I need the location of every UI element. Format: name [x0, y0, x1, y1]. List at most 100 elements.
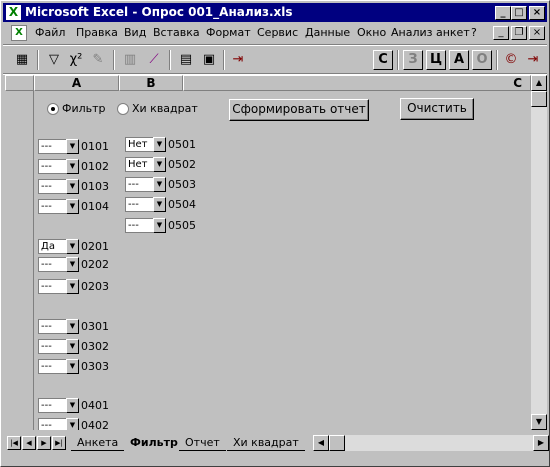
scroll-thumb[interactable]: [531, 91, 547, 107]
dropdown-value[interactable]: ---: [38, 279, 66, 294]
menu-edit[interactable]: Правка: [76, 26, 118, 39]
dropdown-arrow-icon[interactable]: ▼: [66, 339, 79, 354]
radio-filter[interactable]: Фильтр: [47, 102, 106, 115]
first-sheet-icon[interactable]: |◀: [7, 436, 21, 450]
dropdown-value[interactable]: ---: [125, 197, 153, 212]
select-all-corner[interactable]: [5, 75, 34, 91]
dropdown-value[interactable]: ---: [38, 339, 66, 354]
excel-icon[interactable]: X: [6, 5, 21, 20]
menu-format[interactable]: Формат: [206, 26, 251, 39]
scroll-up-icon[interactable]: ▲: [531, 75, 547, 91]
dropdown-0401[interactable]: --- ▼ 0401: [38, 398, 109, 413]
dropdown-0503[interactable]: --- ▼ 0503: [125, 177, 196, 192]
dropdown-value[interactable]: ---: [125, 218, 153, 233]
dropdown-arrow-icon[interactable]: ▼: [66, 319, 79, 334]
dropdown-value[interactable]: ---: [38, 359, 66, 374]
dropdown-arrow-icon[interactable]: ▼: [66, 398, 79, 413]
dropdown-0104[interactable]: --- ▼ 0104: [38, 199, 109, 214]
menu-survey-analysis[interactable]: Анализ анкет: [391, 26, 470, 39]
dropdown-0201[interactable]: Да ▼ 0201: [38, 239, 109, 254]
radio-chi-dot[interactable]: [117, 102, 129, 115]
save-icon[interactable]: ▣: [198, 50, 220, 70]
scroll-left-icon[interactable]: ◀: [313, 435, 329, 451]
column-header-b[interactable]: B: [119, 75, 183, 91]
maximize-button[interactable]: □: [511, 6, 527, 20]
column-header-c[interactable]: C: [183, 75, 531, 91]
doc-restore-button[interactable]: ❐: [511, 26, 527, 40]
sheet-tab-anketa[interactable]: Анкета: [71, 435, 125, 451]
dropdown-arrow-icon[interactable]: ▼: [153, 137, 166, 152]
menu-help[interactable]: ?: [471, 26, 477, 39]
dropdown-value[interactable]: ---: [38, 159, 66, 174]
doc-close-button[interactable]: ×: [529, 26, 545, 40]
menu-data[interactable]: Данные: [305, 26, 350, 39]
radio-filter-dot[interactable]: [47, 102, 59, 115]
text-button-a[interactable]: А: [449, 50, 469, 70]
dropdown-arrow-icon[interactable]: ▼: [66, 199, 79, 214]
menu-insert[interactable]: Вставка: [153, 26, 200, 39]
text-button-z[interactable]: З: [403, 50, 423, 70]
line-chart-icon[interactable]: ⟋: [143, 50, 165, 70]
hscroll-thumb[interactable]: [329, 435, 345, 451]
dropdown-value[interactable]: ---: [125, 177, 153, 192]
dropdown-arrow-icon[interactable]: ▼: [153, 177, 166, 192]
form-icon[interactable]: ▤: [175, 50, 197, 70]
close-button[interactable]: ×: [529, 6, 545, 20]
dropdown-0505[interactable]: --- ▼ 0505: [125, 218, 196, 233]
text-button-ts[interactable]: Ц: [426, 50, 446, 70]
exit-icon[interactable]: ⇥: [227, 50, 249, 70]
dropdown-arrow-icon[interactable]: ▼: [66, 257, 79, 272]
menu-window[interactable]: Окно: [357, 26, 386, 39]
dropdown-arrow-icon[interactable]: ▼: [66, 139, 79, 154]
cell-grid[interactable]: Фильтр Хи квадрат Сформировать отчет Очи…: [34, 91, 531, 433]
doc-minimize-button[interactable]: _: [493, 26, 509, 40]
dropdown-arrow-icon[interactable]: ▼: [66, 279, 79, 294]
scroll-down-icon[interactable]: ▼: [531, 414, 547, 430]
dropdown-0303[interactable]: --- ▼ 0303: [38, 359, 109, 374]
dropdown-0101[interactable]: --- ▼ 0101: [38, 139, 109, 154]
column-header-a[interactable]: A: [34, 75, 119, 91]
dropdown-arrow-icon[interactable]: ▼: [153, 157, 166, 172]
dropdown-arrow-icon[interactable]: ▼: [66, 179, 79, 194]
dropdown-0202[interactable]: --- ▼ 0202: [38, 257, 109, 272]
horizontal-scrollbar[interactable]: ◀ ▶: [313, 435, 549, 451]
dropdown-arrow-icon[interactable]: ▼: [153, 197, 166, 212]
quit-icon[interactable]: ⇥: [522, 50, 544, 70]
dropdown-value[interactable]: Нет: [125, 157, 153, 172]
dropdown-0302[interactable]: --- ▼ 0302: [38, 339, 109, 354]
scroll-right-icon[interactable]: ▶: [533, 435, 549, 451]
dropdown-0103[interactable]: --- ▼ 0103: [38, 179, 109, 194]
dropdown-arrow-icon[interactable]: ▼: [66, 359, 79, 374]
menu-view[interactable]: Вид: [124, 26, 146, 39]
radio-chi-square[interactable]: Хи квадрат: [117, 102, 198, 115]
dropdown-value[interactable]: ---: [38, 319, 66, 334]
menu-tools[interactable]: Сервис: [257, 26, 298, 39]
next-sheet-icon[interactable]: ▶: [37, 436, 51, 450]
dropdown-value[interactable]: ---: [38, 139, 66, 154]
minimize-button[interactable]: _: [495, 6, 511, 20]
sheet-tab-filter[interactable]: Фильтр: [124, 435, 184, 451]
dropdown-arrow-icon[interactable]: ▼: [66, 239, 79, 254]
workbook-icon[interactable]: X: [11, 25, 27, 41]
dropdown-arrow-icon[interactable]: ▼: [153, 218, 166, 233]
chart-wizard-icon[interactable]: ▦: [11, 50, 33, 70]
bar-chart-icon[interactable]: ▥: [119, 50, 141, 70]
prev-sheet-icon[interactable]: ◀: [22, 436, 36, 450]
last-sheet-icon[interactable]: ▶|: [52, 436, 66, 450]
text-button-c[interactable]: C: [373, 50, 393, 70]
generate-report-button[interactable]: Сформировать отчет: [229, 99, 369, 121]
dropdown-0502[interactable]: Нет ▼ 0502: [125, 157, 196, 172]
dropdown-value[interactable]: ---: [38, 398, 66, 413]
sheet-tab-report[interactable]: Отчет: [179, 435, 226, 451]
vertical-scrollbar[interactable]: ▲ ▼: [531, 75, 547, 430]
filter-icon[interactable]: ▽: [43, 50, 65, 70]
dropdown-value[interactable]: ---: [38, 199, 66, 214]
dropdown-arrow-icon[interactable]: ▼: [66, 159, 79, 174]
dropdown-0203[interactable]: --- ▼ 0203: [38, 279, 109, 294]
menu-file[interactable]: Файл: [35, 26, 65, 39]
dropdown-value[interactable]: ---: [38, 179, 66, 194]
dropdown-0301[interactable]: --- ▼ 0301: [38, 319, 109, 334]
copyright-icon[interactable]: ©: [500, 50, 522, 70]
dropdown-value[interactable]: Да: [38, 239, 66, 254]
sheet-tab-chi-square[interactable]: Хи квадрат: [227, 435, 305, 451]
